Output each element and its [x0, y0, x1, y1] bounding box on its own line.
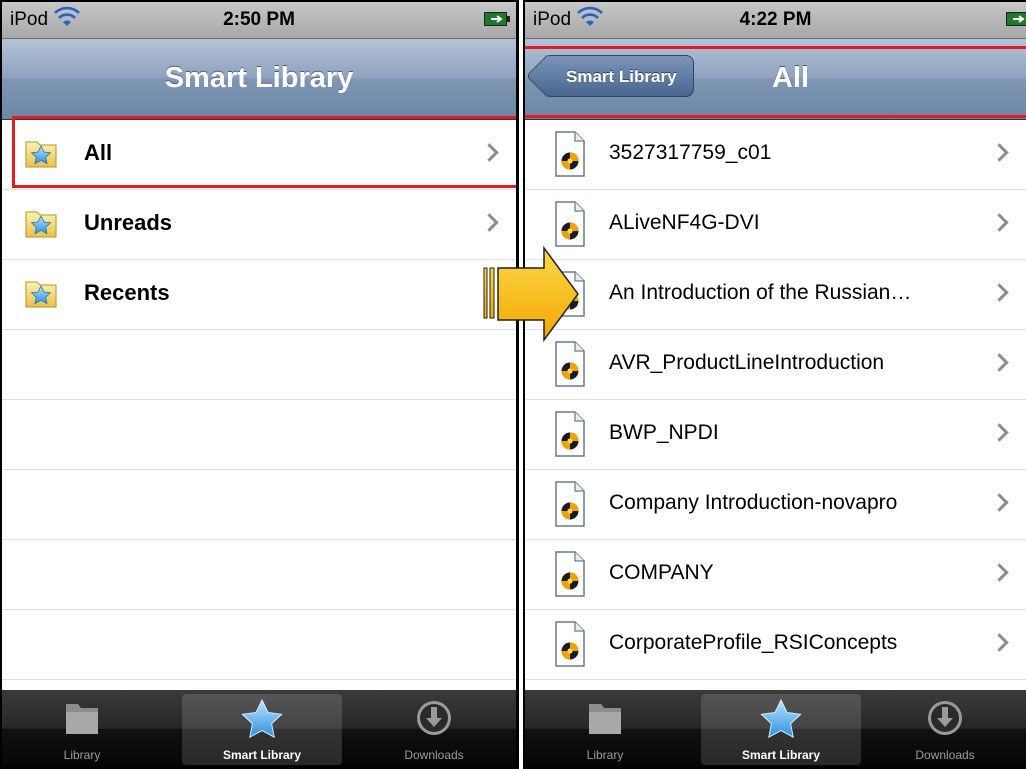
list-item-all[interactable]: All	[2, 120, 516, 190]
list-item[interactable]: 3527317759_c01	[525, 120, 1026, 190]
tab-smart-library[interactable]: Smart Library	[701, 694, 861, 765]
status-bar: iPod 2:50 PM	[2, 2, 516, 39]
smart-library-list: All Unreads Recents	[2, 120, 516, 680]
star-icon	[759, 698, 803, 740]
status-time: 4:22 PM	[739, 9, 812, 30]
empty-row	[2, 330, 516, 400]
chevron-right-icon	[990, 423, 1009, 442]
folder-star-icon	[24, 136, 58, 170]
folder-icon	[62, 698, 102, 738]
pdf-document-icon	[555, 201, 585, 247]
list-item-unreads[interactable]: Unreads	[2, 190, 516, 260]
chevron-right-icon	[480, 213, 499, 232]
list-item-label: BWP_NPDI	[609, 421, 719, 444]
chevron-right-icon	[990, 563, 1009, 582]
list-item-label: ALiveNF4G-DVI	[609, 211, 760, 234]
battery-charging-icon	[484, 12, 510, 26]
tab-bar: Library Smart Library Downloads	[2, 690, 516, 767]
folder-icon	[585, 698, 625, 738]
tab-label: Downloads	[915, 748, 975, 762]
pdf-document-icon	[555, 411, 585, 457]
chevron-right-icon	[990, 283, 1009, 302]
chevron-right-icon	[990, 143, 1009, 162]
arrow-right-icon	[483, 246, 579, 342]
list-item-label: CorporateProfile_RSIConcepts	[609, 631, 898, 654]
empty-row	[2, 540, 516, 610]
list-item-label: COMPANY	[609, 561, 714, 584]
list-item-label: 3527317759_c01	[609, 141, 772, 164]
tab-bar: Library Smart Library Downloads	[525, 690, 1026, 767]
pdf-document-icon	[555, 341, 585, 387]
tab-label: Smart Library	[222, 748, 302, 762]
list-item-label: AVR_ProductLineIntroduction	[609, 351, 885, 374]
tab-library[interactable]: Library	[525, 694, 685, 765]
list-item[interactable]: ALiveNF4G-DVI	[525, 190, 1026, 260]
navigation-bar: Smart Library All	[525, 39, 1026, 120]
empty-row	[2, 470, 516, 540]
list-item[interactable]: An Introduction of the Russian…	[525, 260, 1026, 330]
status-time: 2:50 PM	[223, 9, 295, 30]
tab-label: Library	[63, 748, 101, 762]
list-item-label: Recents	[84, 280, 170, 305]
document-list: 3527317759_c01 ALiveNF4G-DVI An Introduc…	[525, 120, 1026, 750]
list-item[interactable]: AVR_ProductLineIntroduction	[525, 330, 1026, 400]
star-icon	[240, 698, 284, 740]
pdf-document-icon	[555, 131, 585, 177]
download-icon	[414, 698, 454, 738]
tab-label: Smart Library	[741, 748, 821, 762]
right-screen: iPod 4:22 PM Smart Library All 352731775…	[523, 0, 1026, 769]
download-icon	[925, 698, 965, 738]
pdf-document-icon	[555, 481, 585, 527]
chevron-right-icon	[480, 143, 499, 162]
pdf-document-icon	[555, 621, 585, 667]
tab-downloads[interactable]: Downloads	[865, 694, 1025, 765]
list-item-label: An Introduction of the Russian…	[609, 281, 912, 304]
chevron-right-icon	[990, 633, 1009, 652]
chevron-right-icon	[990, 213, 1009, 232]
empty-row	[2, 400, 516, 470]
tab-smart-library[interactable]: Smart Library	[182, 694, 342, 765]
left-screen: iPod 2:50 PM Smart Library All Unreads R…	[0, 0, 519, 769]
pdf-document-icon	[555, 551, 585, 597]
nav-title: Smart Library	[164, 62, 354, 94]
folder-star-icon	[24, 206, 58, 240]
list-item-label: Unreads	[84, 210, 173, 235]
tab-label: Library	[586, 748, 624, 762]
list-item-recents[interactable]: Recents	[2, 260, 516, 330]
list-item-label: Company Introduction-novapro	[609, 491, 898, 514]
battery-charging-icon	[1006, 12, 1026, 26]
list-item[interactable]: BWP_NPDI	[525, 400, 1026, 470]
tab-downloads[interactable]: Downloads	[354, 694, 514, 765]
list-item-label: All	[84, 140, 113, 165]
status-bar: iPod 4:22 PM	[525, 2, 1026, 39]
chevron-right-icon	[990, 493, 1009, 512]
tab-label: Downloads	[404, 748, 464, 762]
empty-row	[2, 610, 516, 680]
navigation-bar: Smart Library	[2, 39, 516, 120]
nav-title: All	[771, 62, 810, 94]
chevron-right-icon	[990, 353, 1009, 372]
list-item[interactable]: COMPANY	[525, 540, 1026, 610]
tab-library[interactable]: Library	[2, 694, 162, 765]
list-item[interactable]: CorporateProfile_RSIConcepts	[525, 610, 1026, 680]
folder-star-icon	[24, 276, 58, 310]
list-item[interactable]: Company Introduction-novapro	[525, 470, 1026, 540]
